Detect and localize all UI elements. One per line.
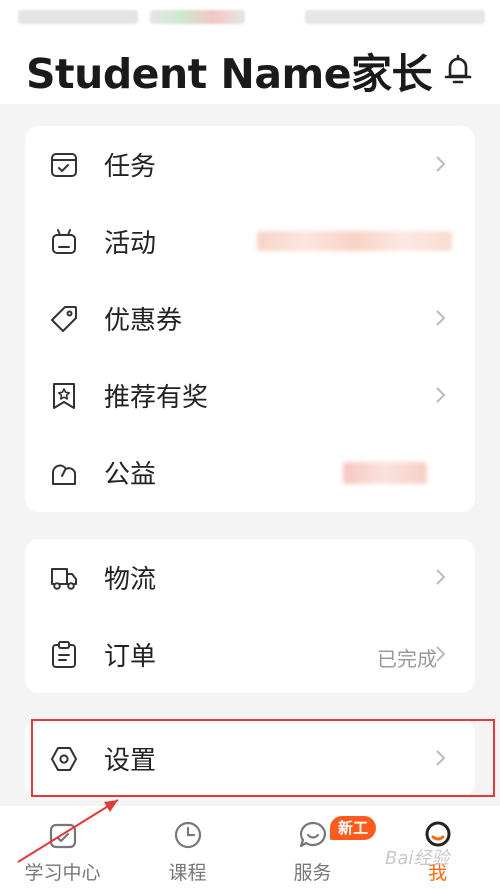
menu-item-referral[interactable]: 推荐有奖 [25, 357, 475, 433]
coupon-icon [51, 306, 77, 332]
menu-item-label: 推荐有奖 [104, 383, 209, 413]
page-title: Student Name家长 [26, 50, 433, 98]
chevron-right-icon [436, 310, 446, 326]
menu-card-main: 任务 活动 优惠券 推荐有奖 公益 [25, 126, 475, 512]
menu-item-orders[interactable]: 订单 已完成 [25, 616, 475, 692]
chevron-right-icon [436, 646, 446, 662]
activity-icon [52, 229, 76, 254]
menu-item-charity[interactable]: 公益 [25, 434, 475, 510]
menu-card-orders: 物流 订单 已完成 [25, 539, 475, 693]
order-status-value: 已完成 [377, 647, 437, 671]
tab-label: 课程 [168, 862, 207, 884]
activity-blurred-value [257, 231, 452, 251]
chevron-right-icon [436, 156, 446, 172]
status-blur-mid [150, 10, 245, 24]
red-arrow-annotation [17, 799, 119, 863]
charity-blurred-value [343, 462, 427, 484]
watermark: Bai经验 [385, 848, 450, 869]
menu-item-task[interactable]: 任务 [25, 126, 475, 202]
chat-smile-icon [299, 821, 326, 848]
chevron-right-icon [436, 387, 446, 403]
menu-item-activity[interactable]: 活动 [25, 203, 475, 279]
menu-item-label: 公益 [104, 460, 157, 490]
menu-item-label: 物流 [104, 565, 157, 595]
task-icon [51, 153, 77, 177]
tab-label: 服务 [293, 862, 332, 884]
menu-item-label: 任务 [104, 152, 157, 182]
bell-icon[interactable] [442, 52, 474, 86]
referral-icon [53, 383, 75, 409]
charity-icon [52, 464, 77, 485]
services-new-badge: 新工 [330, 816, 377, 840]
menu-item-coupon[interactable]: 优惠券 [25, 280, 475, 356]
status-bar [0, 0, 500, 34]
header: Student Name家长 [0, 34, 500, 104]
menu-item-label: 订单 [104, 642, 157, 672]
menu-item-label: 活动 [104, 229, 157, 259]
settings-highlight-annotation [31, 719, 495, 797]
menu-item-label: 优惠券 [104, 306, 183, 336]
chevron-right-icon [436, 569, 446, 585]
menu-item-logistics[interactable]: 物流 [25, 539, 475, 615]
clock-icon [174, 821, 202, 849]
tab-courses[interactable]: 课程 [125, 806, 250, 889]
truck-icon [51, 568, 77, 590]
status-blur-right [305, 10, 485, 24]
status-blur-left [18, 10, 138, 24]
order-icon [52, 641, 76, 668]
